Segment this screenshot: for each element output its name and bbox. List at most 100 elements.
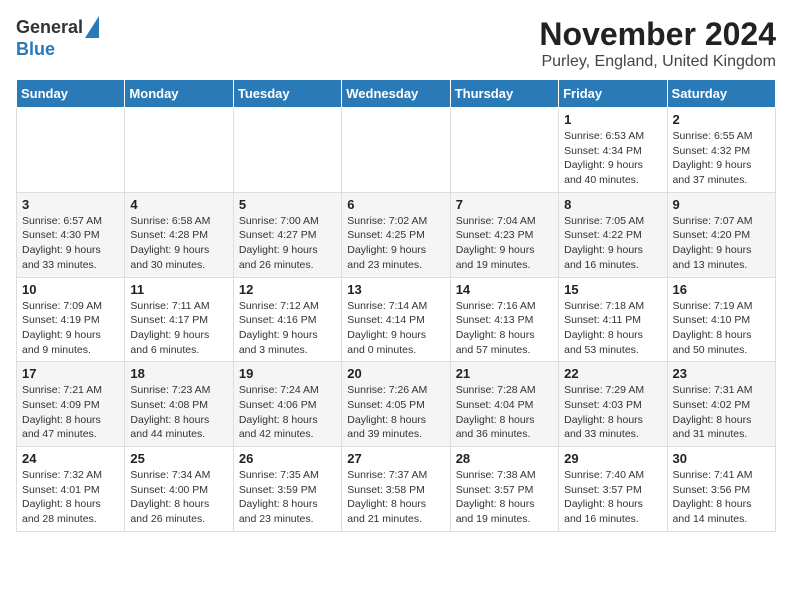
day-number: 17 bbox=[22, 366, 119, 381]
calendar-cell: 27 Sunrise: 7:37 AM Sunset: 3:58 PM Dayli… bbox=[342, 447, 450, 532]
day-number: 9 bbox=[673, 197, 770, 212]
calendar-cell: 18 Sunrise: 7:23 AM Sunset: 4:08 PM Dayli… bbox=[125, 362, 233, 447]
calendar-cell: 12 Sunrise: 7:12 AM Sunset: 4:16 PM Dayli… bbox=[233, 277, 341, 362]
day-number: 27 bbox=[347, 451, 444, 466]
day-info: Sunrise: 7:40 AM Sunset: 3:57 PM Dayligh… bbox=[564, 468, 661, 527]
calendar-week-2: 3Sunrise: 6:57 AM Sunset: 4:30 PM Daylig… bbox=[17, 192, 776, 277]
day-info: Sunrise: 7:12 AM Sunset: 4:16 PM Dayligh… bbox=[239, 299, 336, 358]
day-number: 3 bbox=[22, 197, 119, 212]
calendar-cell: 26 Sunrise: 7:35 AM Sunset: 3:59 PM Dayli… bbox=[233, 447, 341, 532]
day-info: Sunrise: 6:58 AM Sunset: 4:28 PM Dayligh… bbox=[130, 214, 227, 273]
logo-general: General bbox=[16, 18, 83, 38]
day-info: Sunrise: 6:55 AM Sunset: 4:32 PM Dayligh… bbox=[673, 129, 770, 188]
day-number: 30 bbox=[673, 451, 770, 466]
day-number: 7 bbox=[456, 197, 553, 212]
calendar-cell: 9Sunrise: 7:07 AM Sunset: 4:20 PM Daylig… bbox=[667, 192, 775, 277]
day-info: Sunrise: 7:37 AM Sunset: 3:58 PM Dayligh… bbox=[347, 468, 444, 527]
day-info: Sunrise: 7:35 AM Sunset: 3:59 PM Dayligh… bbox=[239, 468, 336, 527]
day-number: 2 bbox=[673, 112, 770, 127]
day-info: Sunrise: 7:05 AM Sunset: 4:22 PM Dayligh… bbox=[564, 214, 661, 273]
calendar-table: SundayMondayTuesdayWednesdayThursdayFrid… bbox=[16, 79, 776, 532]
day-number: 14 bbox=[456, 282, 553, 297]
calendar-cell bbox=[342, 108, 450, 193]
location-subtitle: Purley, England, United Kingdom bbox=[539, 53, 776, 71]
calendar-week-3: 10 Sunrise: 7:09 AM Sunset: 4:19 PM Dayli… bbox=[17, 277, 776, 362]
calendar-cell: 10 Sunrise: 7:09 AM Sunset: 4:19 PM Dayli… bbox=[17, 277, 125, 362]
calendar-cell bbox=[233, 108, 341, 193]
day-number: 16 bbox=[673, 282, 770, 297]
day-number: 22 bbox=[564, 366, 661, 381]
day-info: Sunrise: 7:23 AM Sunset: 4:08 PM Dayligh… bbox=[130, 383, 227, 442]
day-number: 4 bbox=[130, 197, 227, 212]
header-day-sunday: Sunday bbox=[17, 80, 125, 108]
day-info: Sunrise: 7:00 AM Sunset: 4:27 PM Dayligh… bbox=[239, 214, 336, 273]
day-number: 11 bbox=[130, 282, 227, 297]
calendar-cell: 29 Sunrise: 7:40 AM Sunset: 3:57 PM Dayli… bbox=[559, 447, 667, 532]
day-number: 12 bbox=[239, 282, 336, 297]
calendar-week-5: 24 Sunrise: 7:32 AM Sunset: 4:01 PM Dayli… bbox=[17, 447, 776, 532]
calendar-cell: 6Sunrise: 7:02 AM Sunset: 4:25 PM Daylig… bbox=[342, 192, 450, 277]
day-info: Sunrise: 7:41 AM Sunset: 3:56 PM Dayligh… bbox=[673, 468, 770, 527]
day-info: Sunrise: 7:29 AM Sunset: 4:03 PM Dayligh… bbox=[564, 383, 661, 442]
calendar-cell: 11 Sunrise: 7:11 AM Sunset: 4:17 PM Dayli… bbox=[125, 277, 233, 362]
month-title: November 2024 bbox=[539, 16, 776, 53]
calendar-cell: 2 Sunrise: 6:55 AM Sunset: 4:32 PM Daylig… bbox=[667, 108, 775, 193]
header-day-friday: Friday bbox=[559, 80, 667, 108]
day-info: Sunrise: 7:14 AM Sunset: 4:14 PM Dayligh… bbox=[347, 299, 444, 358]
calendar-cell: 13 Sunrise: 7:14 AM Sunset: 4:14 PM Dayli… bbox=[342, 277, 450, 362]
header: General Blue November 2024 Purley, Engla… bbox=[16, 16, 776, 71]
calendar-cell: 14 Sunrise: 7:16 AM Sunset: 4:13 PM Dayli… bbox=[450, 277, 558, 362]
calendar-cell: 25Sunrise: 7:34 AM Sunset: 4:00 PM Dayli… bbox=[125, 447, 233, 532]
day-info: Sunrise: 7:34 AM Sunset: 4:00 PM Dayligh… bbox=[130, 468, 227, 527]
calendar-cell bbox=[450, 108, 558, 193]
header-day-saturday: Saturday bbox=[667, 80, 775, 108]
logo: General Blue bbox=[16, 16, 99, 60]
day-number: 26 bbox=[239, 451, 336, 466]
day-info: Sunrise: 7:09 AM Sunset: 4:19 PM Dayligh… bbox=[22, 299, 119, 358]
day-number: 21 bbox=[456, 366, 553, 381]
day-info: Sunrise: 7:02 AM Sunset: 4:25 PM Dayligh… bbox=[347, 214, 444, 273]
logo-triangle-icon bbox=[85, 16, 99, 38]
calendar-cell: 21 Sunrise: 7:28 AM Sunset: 4:04 PM Dayli… bbox=[450, 362, 558, 447]
calendar-cell: 30 Sunrise: 7:41 AM Sunset: 3:56 PM Dayli… bbox=[667, 447, 775, 532]
day-info: Sunrise: 7:21 AM Sunset: 4:09 PM Dayligh… bbox=[22, 383, 119, 442]
day-info: Sunrise: 7:18 AM Sunset: 4:11 PM Dayligh… bbox=[564, 299, 661, 358]
day-number: 29 bbox=[564, 451, 661, 466]
calendar-cell: 15 Sunrise: 7:18 AM Sunset: 4:11 PM Dayli… bbox=[559, 277, 667, 362]
day-info: Sunrise: 7:24 AM Sunset: 4:06 PM Dayligh… bbox=[239, 383, 336, 442]
day-number: 23 bbox=[673, 366, 770, 381]
logo-blue: Blue bbox=[16, 40, 55, 60]
calendar-cell: 3Sunrise: 6:57 AM Sunset: 4:30 PM Daylig… bbox=[17, 192, 125, 277]
day-number: 18 bbox=[130, 366, 227, 381]
day-number: 8 bbox=[564, 197, 661, 212]
calendar-cell: 22 Sunrise: 7:29 AM Sunset: 4:03 PM Dayli… bbox=[559, 362, 667, 447]
day-info: Sunrise: 7:04 AM Sunset: 4:23 PM Dayligh… bbox=[456, 214, 553, 273]
calendar-cell bbox=[17, 108, 125, 193]
day-number: 15 bbox=[564, 282, 661, 297]
header-day-monday: Monday bbox=[125, 80, 233, 108]
day-info: Sunrise: 7:16 AM Sunset: 4:13 PM Dayligh… bbox=[456, 299, 553, 358]
calendar-cell: 24 Sunrise: 7:32 AM Sunset: 4:01 PM Dayli… bbox=[17, 447, 125, 532]
day-info: Sunrise: 7:28 AM Sunset: 4:04 PM Dayligh… bbox=[456, 383, 553, 442]
calendar-week-1: 1 Sunrise: 6:53 AM Sunset: 4:34 PM Daylig… bbox=[17, 108, 776, 193]
calendar-cell: 16Sunrise: 7:19 AM Sunset: 4:10 PM Dayli… bbox=[667, 277, 775, 362]
header-day-wednesday: Wednesday bbox=[342, 80, 450, 108]
day-info: Sunrise: 7:26 AM Sunset: 4:05 PM Dayligh… bbox=[347, 383, 444, 442]
calendar-cell bbox=[125, 108, 233, 193]
day-info: Sunrise: 6:53 AM Sunset: 4:34 PM Dayligh… bbox=[564, 129, 661, 188]
calendar-cell: 8 Sunrise: 7:05 AM Sunset: 4:22 PM Daylig… bbox=[559, 192, 667, 277]
day-number: 13 bbox=[347, 282, 444, 297]
calendar-cell: 28Sunrise: 7:38 AM Sunset: 3:57 PM Dayli… bbox=[450, 447, 558, 532]
calendar-week-4: 17 Sunrise: 7:21 AM Sunset: 4:09 PM Dayli… bbox=[17, 362, 776, 447]
day-number: 1 bbox=[564, 112, 661, 127]
calendar-cell: 4 Sunrise: 6:58 AM Sunset: 4:28 PM Daylig… bbox=[125, 192, 233, 277]
day-number: 10 bbox=[22, 282, 119, 297]
header-day-thursday: Thursday bbox=[450, 80, 558, 108]
calendar-cell: 7 Sunrise: 7:04 AM Sunset: 4:23 PM Daylig… bbox=[450, 192, 558, 277]
calendar-cell: 5Sunrise: 7:00 AM Sunset: 4:27 PM Daylig… bbox=[233, 192, 341, 277]
day-number: 24 bbox=[22, 451, 119, 466]
day-info: Sunrise: 7:32 AM Sunset: 4:01 PM Dayligh… bbox=[22, 468, 119, 527]
calendar-cell: 20Sunrise: 7:26 AM Sunset: 4:05 PM Dayli… bbox=[342, 362, 450, 447]
day-number: 28 bbox=[456, 451, 553, 466]
day-info: Sunrise: 7:11 AM Sunset: 4:17 PM Dayligh… bbox=[130, 299, 227, 358]
